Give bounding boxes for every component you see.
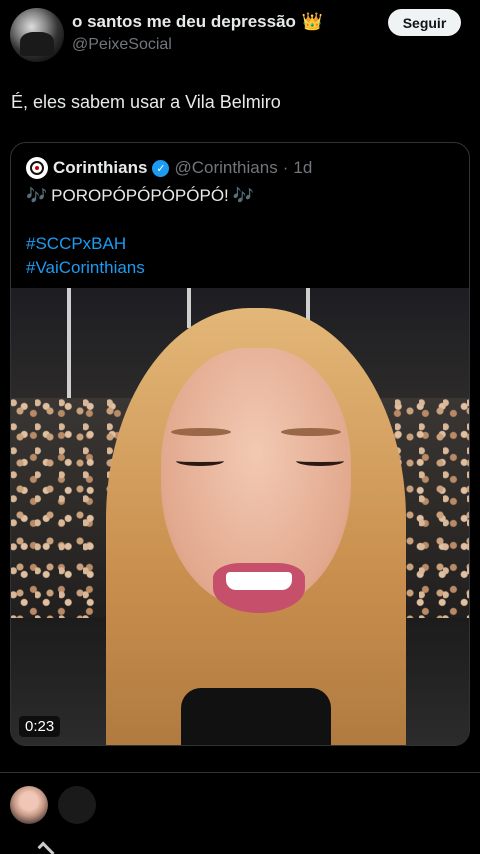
dot-separator: · <box>282 158 289 177</box>
tweet-header: o santos me deu depressão 👑 @PeixeSocial… <box>0 0 480 70</box>
eyebrow <box>281 428 341 436</box>
reply-action-circle[interactable] <box>58 786 96 824</box>
video-duration: 0:23 <box>19 716 61 737</box>
author-avatar[interactable] <box>10 8 64 62</box>
follow-button[interactable]: Seguir <box>388 9 461 36</box>
quote-text-line: 🎶 POROPÓPÓPÓPÓPÓ! 🎶 <box>26 186 254 206</box>
tweet-text: É, eles sabem usar a Vila Belmiro <box>11 92 281 112</box>
quote-name-row: Corinthians ✓ @Corinthians · 1d <box>53 158 312 178</box>
quote-author-name[interactable]: Corinthians <box>53 158 147 178</box>
eye <box>296 456 344 466</box>
corinthians-logo-icon[interactable] <box>26 157 48 179</box>
quoted-tweet-card[interactable]: Corinthians ✓ @Corinthians · 1d 🎶 POROPÓ… <box>10 142 470 746</box>
quote-timestamp[interactable]: 1d <box>293 158 312 178</box>
teeth <box>226 572 292 590</box>
eye <box>176 456 224 466</box>
crown-icon: 👑 <box>301 12 324 31</box>
chevron-up-icon[interactable] <box>37 841 55 854</box>
music-notes-icon: 🎶 <box>232 186 254 205</box>
goal-post <box>67 288 71 398</box>
eyebrow <box>171 428 231 436</box>
author-handle[interactable]: @PeixeSocial <box>72 36 172 54</box>
quote-author-handle[interactable]: @Corinthians <box>174 158 277 178</box>
quote-chant-text: POROPÓPÓPÓPÓPÓ! <box>51 186 229 205</box>
author-display-name[interactable]: o santos me deu depressão <box>72 12 296 32</box>
divider <box>0 772 480 773</box>
music-notes-icon: 🎶 <box>26 186 48 205</box>
video-player[interactable]: 0:23 <box>11 288 469 745</box>
verified-badge-icon: ✓ <box>152 159 170 177</box>
goal-post <box>187 288 191 328</box>
person-shirt <box>181 688 331 745</box>
author-name-row[interactable]: o santos me deu depressão 👑 <box>72 12 323 32</box>
hashtag-vaicorinthians[interactable]: #VaiCorinthians <box>26 258 145 278</box>
hashtag-sccpxbah[interactable]: #SCCPxBAH <box>26 234 126 254</box>
reply-user-avatar[interactable] <box>10 786 48 824</box>
